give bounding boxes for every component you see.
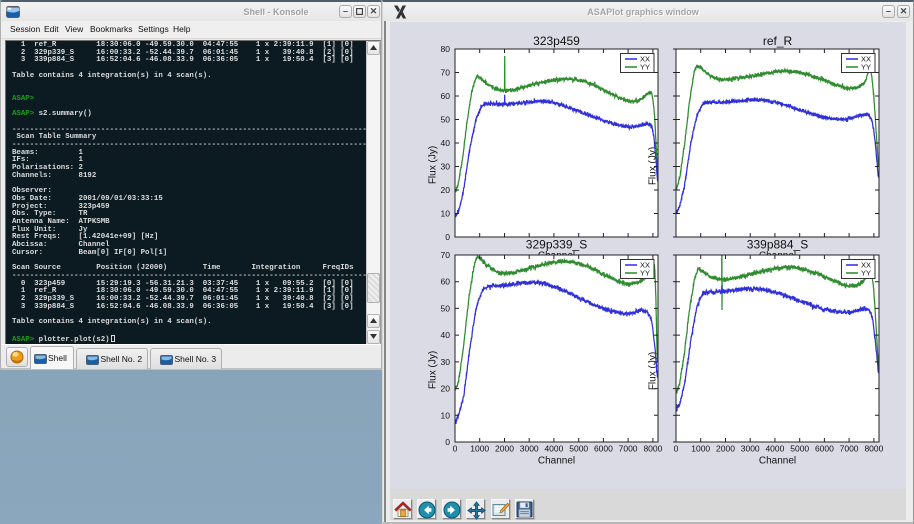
svg-text:80: 80 (441, 44, 451, 54)
svg-text:YY: YY (640, 269, 650, 278)
svg-text:Flux (Jy): Flux (Jy) (428, 351, 439, 389)
svg-text:0: 0 (453, 444, 458, 454)
svg-text:Channel: Channel (759, 456, 796, 467)
svg-text:3000: 3000 (520, 444, 539, 454)
svg-text:323p459: 323p459 (533, 34, 580, 48)
svg-text:10: 10 (441, 410, 451, 420)
svg-text:1000: 1000 (470, 444, 489, 454)
svg-text:5000: 5000 (569, 444, 588, 454)
svg-text:20: 20 (441, 384, 451, 394)
svg-text:YY: YY (640, 63, 650, 72)
svg-text:20: 20 (441, 185, 451, 195)
svg-text:1000: 1000 (691, 444, 710, 454)
svg-text:YY: YY (861, 63, 871, 72)
svg-text:60: 60 (441, 91, 451, 101)
svg-text:0: 0 (674, 444, 679, 454)
svg-text:Flux (Jy): Flux (Jy) (428, 146, 439, 184)
svg-text:ref_R: ref_R (763, 34, 793, 48)
svg-text:329p339_S: 329p339_S (526, 238, 587, 252)
svg-text:50: 50 (441, 115, 451, 125)
svg-text:30: 30 (441, 357, 451, 367)
svg-text:60: 60 (441, 277, 451, 287)
svg-text:50: 50 (441, 303, 451, 313)
svg-text:0: 0 (445, 437, 450, 447)
svg-text:2000: 2000 (495, 444, 514, 454)
svg-text:YY: YY (861, 269, 871, 278)
svg-text:6000: 6000 (594, 444, 613, 454)
svg-text:6000: 6000 (815, 444, 834, 454)
svg-text:8000: 8000 (643, 444, 662, 454)
svg-text:5000: 5000 (790, 444, 809, 454)
svg-text:0: 0 (445, 232, 450, 242)
svg-text:339p884_S: 339p884_S (747, 238, 808, 252)
svg-text:30: 30 (441, 162, 451, 172)
svg-text:7000: 7000 (619, 444, 638, 454)
svg-text:3000: 3000 (741, 444, 760, 454)
svg-text:40: 40 (441, 330, 451, 340)
svg-text:4000: 4000 (544, 444, 563, 454)
svg-text:4000: 4000 (765, 444, 784, 454)
svg-text:8000: 8000 (864, 444, 883, 454)
svg-text:40: 40 (441, 138, 451, 148)
svg-text:7000: 7000 (840, 444, 859, 454)
svg-text:10: 10 (441, 209, 451, 219)
svg-text:2000: 2000 (716, 444, 735, 454)
svg-text:70: 70 (441, 68, 451, 78)
svg-text:70: 70 (441, 250, 451, 260)
svg-text:Channel: Channel (538, 456, 575, 467)
